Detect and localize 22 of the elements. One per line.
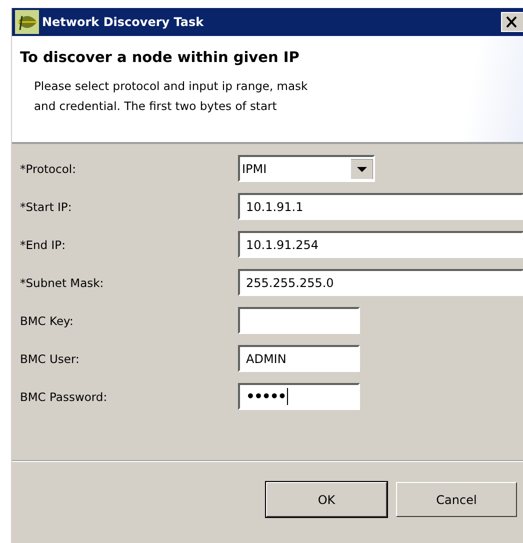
header-title: To discover a node within given IP bbox=[20, 50, 300, 66]
input-field[interactable]: 10.1.91.1 bbox=[238, 193, 523, 220]
field-label: *Protocol: bbox=[20, 162, 77, 176]
field-label: *Subnet Mask: bbox=[20, 276, 105, 290]
leaf-icon bbox=[15, 10, 39, 34]
dialog-button[interactable]: OK bbox=[266, 482, 387, 517]
input-field[interactable] bbox=[238, 307, 360, 334]
close-icon[interactable] bbox=[501, 12, 523, 32]
dialog-button[interactable]: Cancel bbox=[396, 482, 517, 517]
field-label: BMC User: bbox=[20, 352, 80, 366]
input-field[interactable]: 10.1.91.254 bbox=[238, 231, 523, 258]
protocol-dropdown[interactable]: IPMI bbox=[238, 155, 375, 182]
input-field[interactable]: ADMIN bbox=[238, 345, 360, 372]
dropdown-arrow-icon[interactable] bbox=[351, 158, 373, 178]
input-field[interactable]: 255.255.255.0 bbox=[238, 269, 523, 296]
input-field[interactable]: ••••• bbox=[238, 383, 360, 410]
field-label: BMC Key: bbox=[20, 314, 74, 328]
window-title: Network Discovery Task bbox=[42, 15, 205, 29]
field-label: BMC Password: bbox=[20, 390, 108, 404]
header-description: Please select protocol and input ip range, mask and credential. The first two bytes of start bbox=[34, 78, 309, 115]
field-label: *End IP: bbox=[20, 238, 66, 252]
field-label: *Start IP: bbox=[20, 200, 73, 214]
